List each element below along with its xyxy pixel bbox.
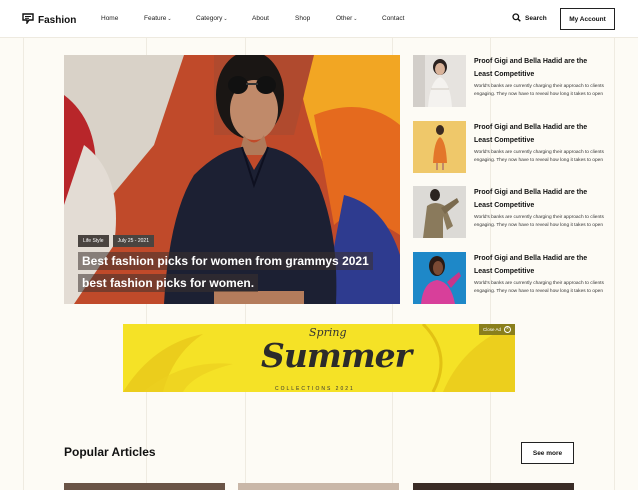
article-title[interactable]: Proof Gigi and Bella Hadid are the Least… [474, 187, 604, 212]
article-thumbnail[interactable] [413, 186, 466, 238]
search-icon [512, 13, 521, 24]
nav-item-shop[interactable]: Shop [295, 15, 310, 22]
side-article[interactable]: Proof Gigi and Bella Hadid are the Least… [413, 252, 613, 304]
nav-label: About [252, 15, 269, 22]
article-thumbnail[interactable] [413, 121, 466, 173]
nav-item-contact[interactable]: Contact [382, 15, 404, 22]
chevron-down-icon: ⌄ [223, 16, 228, 22]
nav-label: Other [336, 15, 353, 22]
article-thumbnail[interactable] [238, 483, 399, 490]
nav-item-home[interactable]: Home [101, 15, 118, 22]
logo-text: Fashion [38, 14, 77, 26]
side-article[interactable]: Proof Gigi and Bella Hadid are the Least… [413, 121, 613, 173]
ad-subline: COLLECTIONS 2021 [275, 386, 355, 392]
layout-guide [614, 0, 615, 490]
category-badge[interactable]: Life Style [78, 235, 109, 247]
hero-meta: Life Style July 25 - 2021 [78, 235, 154, 247]
nav-label: Category [196, 15, 223, 22]
article-thumbnail[interactable] [413, 483, 574, 490]
side-article[interactable]: Proof Gigi and Bella Hadid are the Least… [413, 186, 613, 238]
side-article[interactable]: Proof Gigi and Bella Hadid are the Least… [413, 55, 613, 107]
close-icon: × [504, 326, 511, 333]
hero-title[interactable]: Best fashion picks for women from grammy… [78, 250, 378, 294]
nav-label: Home [101, 15, 119, 22]
article-title[interactable]: Proof Gigi and Bella Hadid are the Least… [474, 253, 604, 278]
nav-item-other[interactable]: Other⌄ [336, 15, 357, 22]
close-ad-label: Close Ad [482, 327, 501, 332]
nav-item-feature[interactable]: Feature⌄ [144, 15, 172, 22]
article-excerpt: World's banks are currently charging the… [474, 281, 604, 294]
nav-item-category[interactable]: Category⌄ [196, 15, 228, 22]
article-excerpt: World's banks are currently charging the… [474, 215, 604, 228]
nav-label: Shop [295, 15, 311, 22]
nav-label: Feature [144, 15, 167, 22]
close-ad-button[interactable]: Close Ad × [478, 324, 515, 335]
site-header: Fashion Home Feature⌄ Category⌄ About Sh… [0, 0, 638, 38]
article-title[interactable]: Proof Gigi and Bella Hadid are the Least… [474, 122, 604, 147]
logo-mark-icon [22, 11, 34, 29]
section-title: Popular Articles [64, 445, 156, 459]
article-title[interactable]: Proof Gigi and Bella Hadid are the Least… [474, 56, 604, 81]
ad-banner[interactable]: Spring Summer COLLECTIONS 2021 Close Ad … [123, 324, 515, 392]
article-thumbnail[interactable] [413, 55, 466, 107]
article-excerpt: World's banks are currently charging the… [474, 150, 604, 163]
article-thumbnail[interactable] [64, 483, 225, 490]
see-more-button[interactable]: See more [521, 442, 574, 464]
hero-article[interactable]: Life Style July 25 - 2021 Best fashion p… [64, 55, 400, 304]
search-button[interactable]: Search [512, 13, 547, 24]
article-thumbnail[interactable] [413, 252, 466, 304]
date-badge: July 25 - 2021 [112, 235, 154, 247]
site-logo[interactable]: Fashion [22, 11, 76, 29]
search-label: Search [525, 15, 547, 22]
nav-item-about[interactable]: About [252, 15, 269, 22]
layout-guide [23, 0, 24, 490]
hero-title-text: Best fashion picks for women from grammy… [78, 252, 373, 292]
article-excerpt: World's banks are currently charging the… [474, 84, 604, 97]
chevron-down-icon: ⌄ [167, 16, 172, 22]
my-account-button[interactable]: My Account [560, 8, 615, 30]
nav-label: Contact [382, 15, 405, 22]
chevron-down-icon: ⌄ [353, 16, 358, 22]
ad-headline: Summer [261, 336, 412, 375]
